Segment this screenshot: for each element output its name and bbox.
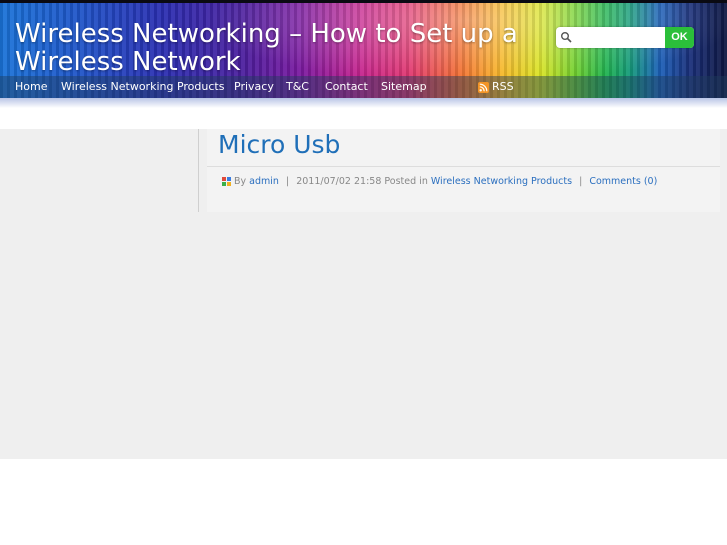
nav-contact[interactable]: Contact [325,80,368,94]
nav-wireless-networking-products[interactable]: Wireless Networking Products [61,80,224,94]
author-link[interactable]: admin [249,176,279,187]
category-link[interactable]: Wireless Networking Products [431,176,572,187]
post-title[interactable]: Micro Usb [218,130,340,159]
header-shadow [0,98,727,108]
rss-link[interactable]: RSS [492,80,514,93]
search-ok-button[interactable]: OK [665,27,694,48]
main-nav: Home Wireless Networking Products Privac… [0,76,727,98]
search-icon [561,32,572,43]
post-meta: By admin | 2011/07/02 21:58 Posted in Wi… [222,176,657,188]
post-datetime: 2011/07/02 21:58 [296,176,382,187]
posted-in-label: Posted in [384,176,428,187]
post-divider [207,166,720,167]
search-input[interactable] [575,30,669,43]
rss-icon[interactable] [478,82,489,93]
post-meta-icon [222,177,231,186]
by-label: By [234,176,247,187]
nav-home[interactable]: Home [15,80,47,94]
comments-link[interactable]: Comments (0) [589,176,657,187]
nav-sitemap[interactable]: Sitemap [381,80,427,94]
nav-terms[interactable]: T&C [286,80,309,94]
meta-separator: | [579,176,583,187]
nav-privacy[interactable]: Privacy [234,80,274,94]
site-title[interactable]: Wireless Networking – How to Set up a Wi… [15,20,555,76]
meta-separator: | [285,176,290,187]
sidebar-divider [198,129,199,212]
top-strip [0,0,727,3]
